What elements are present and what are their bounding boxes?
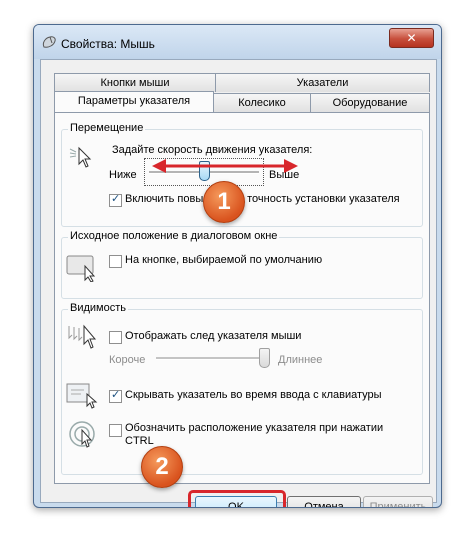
trail-slider-thumb[interactable] <box>259 348 270 368</box>
snap-to-default-checkbox[interactable] <box>109 255 122 268</box>
hide-pointer-checkmark: ✓ <box>111 389 121 401</box>
pointer-trails-icon <box>68 324 97 349</box>
pointer-options-panel: Перемещение Задайте скорость движения ук… <box>54 112 430 484</box>
tab-pointers[interactable]: Указатели <box>215 73 430 92</box>
step-2-callout: 2 <box>141 446 183 488</box>
enhance-precision-label: Включить повышенную точность установки у… <box>125 193 400 205</box>
snap-to-group-label: Исходное положение в диалоговом окне <box>68 230 280 242</box>
trail-slider-track <box>156 357 266 360</box>
pointer-speed-icon <box>69 146 92 168</box>
visibility-group-label: Видимость <box>68 302 128 314</box>
tab-mouse-buttons[interactable]: Кнопки мыши <box>54 73 216 92</box>
trail-short-label: Короче <box>109 354 146 366</box>
trail-length-slider[interactable] <box>152 348 270 370</box>
pointer-trails-label: Отображать след указателя мыши <box>125 330 302 342</box>
show-location-ctrl-checkbox[interactable] <box>109 424 122 437</box>
show-location-ctrl-label: Обозначить расположение указателя при на… <box>125 422 384 447</box>
snap-to-default-label: На кнопке, выбираемой по умолчанию <box>125 254 323 266</box>
show-location-icon <box>69 421 95 448</box>
snap-to-icon <box>66 255 96 282</box>
trail-long-label: Длиннее <box>278 354 323 366</box>
hide-pointer-label: Скрывать указатель во время ввода с клав… <box>125 389 382 401</box>
close-button[interactable]: ✕ <box>389 28 434 48</box>
hide-pointer-checkbox[interactable]: ✓ <box>109 389 122 403</box>
apply-button[interactable]: Применить <box>363 496 433 507</box>
step-1-callout: 1 <box>203 181 245 223</box>
snap-to-group: Исходное положение в диалоговом окне На … <box>61 230 423 299</box>
enhance-precision-checkmark: ✓ <box>111 193 121 205</box>
visibility-group: Видимость Отображать след указателя мыши… <box>61 302 423 475</box>
enhance-precision-checkbox[interactable]: ✓ <box>109 193 122 207</box>
hide-pointer-icon <box>66 383 98 409</box>
tab-wheel[interactable]: Колесико <box>213 93 311 112</box>
speed-slow-label: Ниже <box>109 169 137 181</box>
tab-hardware[interactable]: Оборудование <box>310 93 430 112</box>
title-bar[interactable]: Свойства: Мышь ✕ <box>34 25 441 59</box>
ok-button[interactable]: OK <box>195 496 277 507</box>
mouse-properties-window: Свойства: Мышь ✕ Кнопки мыши Указатели П… <box>33 24 442 508</box>
speed-label: Задайте скорость движения указателя: <box>112 144 313 156</box>
window-title: Свойства: Мышь <box>61 37 155 51</box>
cancel-button[interactable]: Отмена <box>287 496 361 507</box>
pointer-trails-checkbox[interactable] <box>109 331 122 344</box>
dialog-client-area: Кнопки мыши Указатели Параметры указател… <box>40 59 437 507</box>
mouse-app-icon <box>42 36 56 48</box>
double-arrow-annotation <box>152 159 298 173</box>
movement-group-label: Перемещение <box>68 122 146 134</box>
tab-pointer-options[interactable]: Параметры указателя <box>54 91 214 112</box>
